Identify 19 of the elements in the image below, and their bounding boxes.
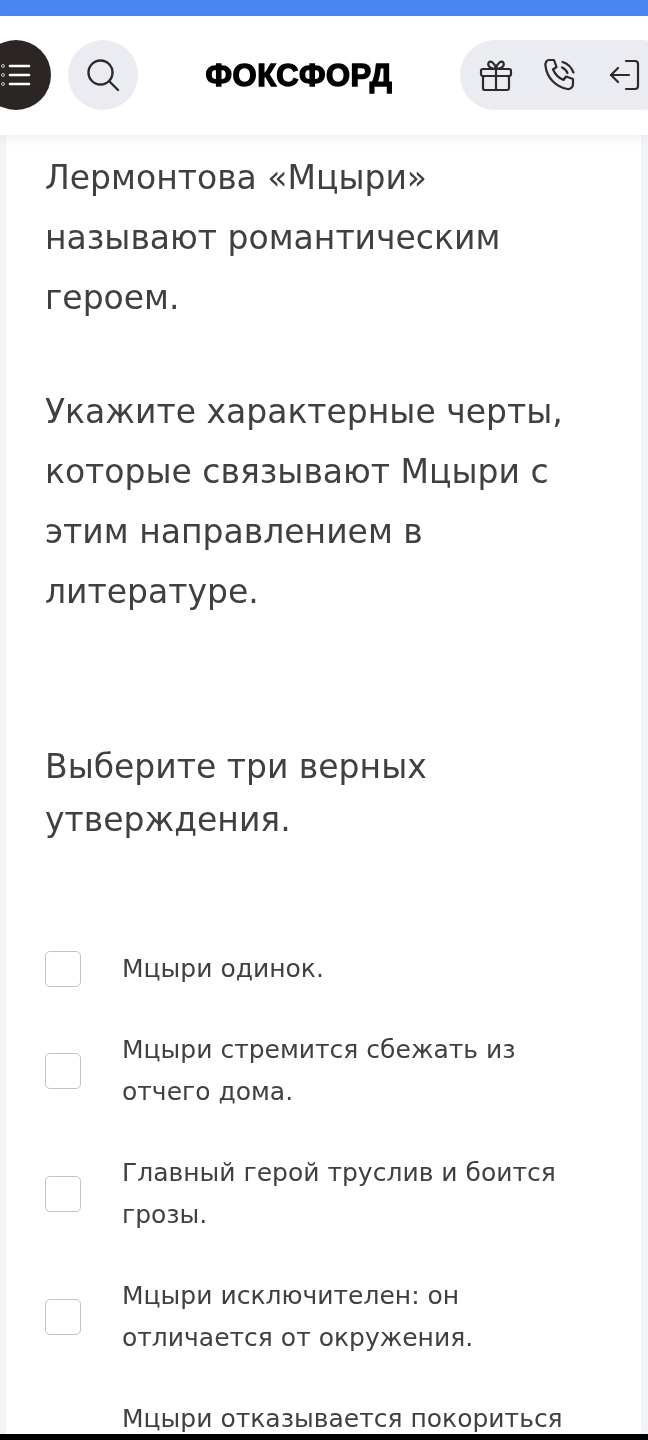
checkbox[interactable] bbox=[45, 951, 81, 987]
login-icon bbox=[608, 59, 640, 91]
checkbox[interactable] bbox=[45, 1176, 81, 1212]
menu-button[interactable] bbox=[0, 40, 51, 110]
gift-icon bbox=[479, 58, 513, 92]
option-text: Мцыри отказывается покориться bbox=[122, 1403, 563, 1434]
logo-text[interactable]: ФОКСФОРД bbox=[138, 59, 460, 91]
option-text: Мцыри одинок. bbox=[122, 953, 324, 985]
option-text: Мцыри стремится сбежать из отчего дома. bbox=[122, 1034, 517, 1108]
checkbox[interactable] bbox=[45, 1299, 81, 1335]
phone-icon bbox=[543, 58, 577, 92]
option-text: Главный герой труслив и боится грозы. bbox=[122, 1157, 557, 1231]
option-text: Мцыри исключителен: он отличается от окружения. bbox=[122, 1280, 475, 1354]
question-text: Лермонтова «Мцыри» называют романтическим героем. bbox=[45, 157, 502, 319]
search-icon bbox=[86, 58, 120, 92]
menu-icon bbox=[1, 63, 31, 87]
instruction-text: Выберите три верных утверждения. bbox=[45, 746, 428, 841]
question-text: Укажите характерные черты, которые связывают Мцыри с этим направлением в литературе. bbox=[45, 391, 564, 613]
checkbox[interactable] bbox=[45, 1053, 81, 1089]
